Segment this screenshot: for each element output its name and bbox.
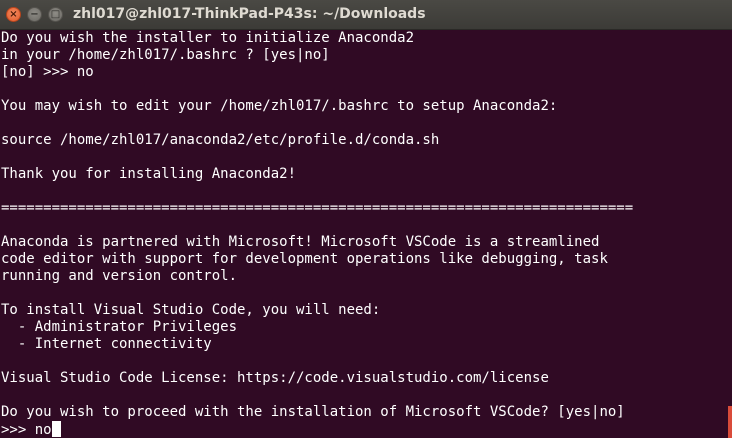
terminal-line: [no] >>> no [1, 64, 94, 80]
title-bar[interactable]: × − □ zhl017@zhl017-ThinkPad-P43s: ~/Dow… [0, 0, 732, 30]
terminal-line: To install Visual Studio Code, you will … [1, 302, 381, 318]
terminal-line: code editor with support for development… [1, 251, 608, 267]
minimize-icon: − [30, 8, 39, 20]
terminal-window: × − □ zhl017@zhl017-ThinkPad-P43s: ~/Dow… [0, 0, 732, 438]
text-cursor [51, 421, 61, 437]
close-icon: × [9, 8, 18, 20]
window-title: zhl017@zhl017-ThinkPad-P43s: ~/Downloads [73, 6, 426, 22]
terminal-line: Do you wish the installer to initialize … [1, 30, 415, 46]
terminal-line: You may wish to edit your /home/zhl017/.… [1, 98, 558, 114]
terminal-line: Thank you for installing Anaconda2! [1, 166, 297, 182]
terminal-line: Anaconda is partnered with Microsoft! Mi… [1, 234, 600, 250]
close-button[interactable]: × [6, 7, 21, 22]
terminal-line: Do you wish to proceed with the installa… [1, 404, 625, 420]
terminal-line: in your /home/zhl017/.bashrc ? [yes|no] [1, 47, 330, 63]
terminal-line: source /home/zhl017/anaconda2/etc/profil… [1, 132, 440, 148]
terminal-output[interactable]: Do you wish the installer to initialize … [0, 30, 732, 438]
prompt-input[interactable]: >>> no [1, 422, 52, 438]
scroll-indicator[interactable] [728, 406, 732, 438]
terminal-line: - Administrator Privileges [1, 319, 238, 335]
terminal-line: - Internet connectivity [1, 336, 212, 352]
minimize-button[interactable]: − [27, 7, 42, 22]
terminal-separator: ========================================… [1, 200, 634, 216]
maximize-icon: □ [50, 8, 61, 20]
maximize-button[interactable]: □ [48, 7, 63, 22]
terminal-line: running and version control. [1, 268, 238, 284]
terminal-line: Visual Studio Code License: https://code… [1, 370, 549, 386]
prompt-line[interactable]: >>> no [1, 421, 732, 438]
